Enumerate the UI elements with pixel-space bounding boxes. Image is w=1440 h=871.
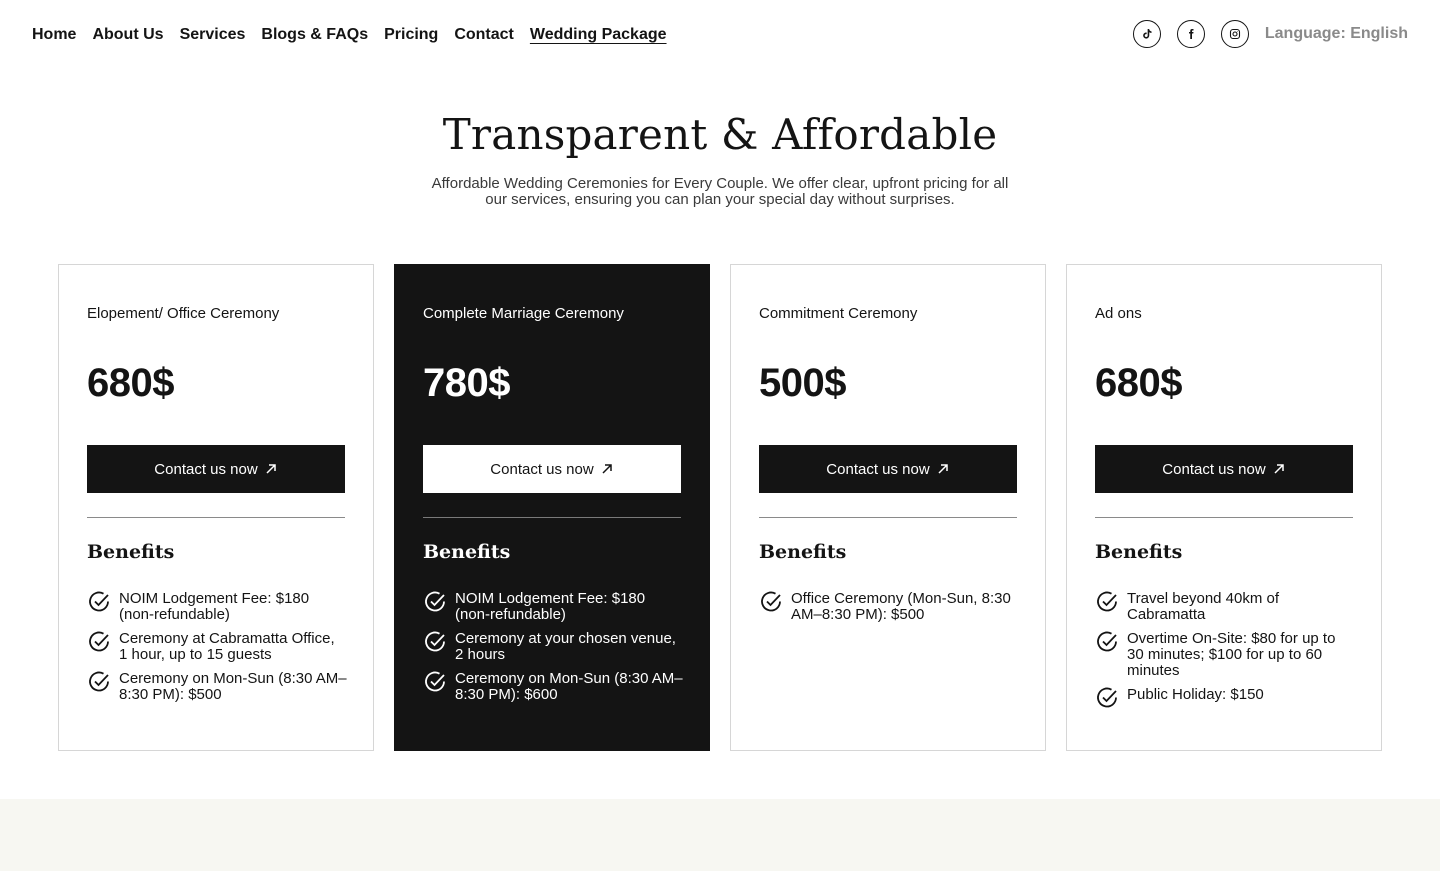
benefits-heading: Benefits — [759, 541, 847, 563]
contact-us-button[interactable]: Contact us now — [87, 445, 345, 493]
arrow-up-right-icon — [266, 464, 276, 474]
pricing-card-addons: Ad ons 680$ Contact us now Benefits Trav… — [1066, 264, 1382, 751]
list-item: Ceremony at your chosen venue, 2 hours — [423, 631, 683, 663]
check-circle-icon — [1097, 687, 1117, 708]
list-item: Overtime On-Site: $80 for up to 30 minut… — [1095, 631, 1355, 679]
benefits-heading: Benefits — [423, 541, 511, 563]
benefit-text: Ceremony at your chosen venue, 2 hours — [455, 630, 676, 663]
nav-link-about-us[interactable]: About Us — [92, 24, 163, 46]
pricing-card-complete-marriage: Complete Marriage Ceremony 780$ Contact … — [394, 264, 710, 751]
pricing-cards: Elopement/ Office Ceremony 680$ Contact … — [58, 264, 1382, 751]
contact-us-button[interactable]: Contact us now — [759, 445, 1017, 493]
nav-links: Home About Us Services Blogs & FAQs Pric… — [32, 24, 683, 46]
divider — [87, 517, 345, 518]
card-price: 680$ — [87, 361, 174, 405]
benefit-list: Travel beyond 40km of Cabramatta Overtim… — [1095, 591, 1355, 718]
benefits-heading: Benefits — [1095, 541, 1183, 563]
benefit-text: Ceremony on Mon-Sun (8:30 AM–8:30 PM): $… — [119, 670, 347, 703]
check-circle-icon — [1097, 631, 1117, 652]
list-item: Ceremony on Mon-Sun (8:30 AM–8:30 PM): $… — [87, 671, 347, 703]
divider — [1095, 517, 1353, 518]
check-circle-icon — [425, 631, 445, 652]
benefit-list: NOIM Lodgement Fee: $180 (non-refundable… — [87, 591, 347, 711]
nav-link-services[interactable]: Services — [180, 24, 246, 46]
facebook-button[interactable] — [1176, 20, 1205, 48]
list-item: Ceremony on Mon-Sun (8:30 AM–8:30 PM): $… — [423, 671, 683, 703]
contact-us-label: Contact us now — [1162, 460, 1266, 478]
nav-link-wedding-package[interactable]: Wedding Package — [530, 24, 667, 46]
tiktok-icon — [1143, 29, 1152, 39]
card-name: Complete Marriage Ceremony — [423, 305, 624, 322]
facebook-icon — [1188, 29, 1194, 39]
card-name: Commitment Ceremony — [759, 305, 918, 322]
benefit-text: Office Ceremony (Mon-Sun, 8:30 AM–8:30 P… — [791, 590, 1011, 623]
benefit-list: NOIM Lodgement Fee: $180 (non-refundable… — [423, 591, 683, 711]
instagram-button[interactable] — [1220, 20, 1249, 48]
arrow-up-right-icon — [1274, 464, 1284, 474]
benefit-text: Travel beyond 40km of Cabramatta — [1127, 590, 1280, 623]
benefit-list: Office Ceremony (Mon-Sun, 8:30 AM–8:30 P… — [759, 591, 1019, 631]
language-selector[interactable]: Language: English — [1265, 25, 1408, 43]
arrow-up-right-icon — [938, 464, 948, 474]
footer-section — [0, 799, 1440, 871]
card-price: 780$ — [423, 361, 510, 405]
check-circle-icon — [425, 671, 445, 692]
check-circle-icon — [1097, 591, 1117, 612]
card-name: Ad ons — [1095, 305, 1142, 322]
list-item: NOIM Lodgement Fee: $180 (non-refundable… — [423, 591, 683, 623]
contact-us-button[interactable]: Contact us now — [423, 445, 681, 493]
contact-us-label: Contact us now — [154, 460, 258, 478]
card-price: 500$ — [759, 361, 846, 405]
list-item: Public Holiday: $150 — [1095, 687, 1355, 710]
arrow-up-right-icon — [602, 464, 612, 474]
nav-link-blogs-faqs[interactable]: Blogs & FAQs — [261, 24, 368, 46]
check-circle-icon — [89, 631, 109, 652]
card-name: Elopement/ Office Ceremony — [87, 305, 280, 322]
check-circle-icon — [89, 591, 109, 612]
contact-us-label: Contact us now — [826, 460, 930, 478]
pricing-card-commitment: Commitment Ceremony 500$ Contact us now … — [730, 264, 1046, 751]
check-circle-icon — [89, 671, 109, 692]
check-circle-icon — [425, 591, 445, 612]
page-subtitle: Affordable Wedding Ceremonies for Every … — [431, 175, 1009, 208]
tiktok-button[interactable] — [1132, 20, 1161, 48]
benefit-text: Public Holiday: $150 — [1127, 686, 1264, 703]
divider — [423, 517, 681, 518]
pricing-card-elopement: Elopement/ Office Ceremony 680$ Contact … — [58, 264, 374, 751]
benefit-text: NOIM Lodgement Fee: $180 (non-refundable… — [455, 590, 646, 623]
contact-us-button[interactable]: Contact us now — [1095, 445, 1353, 493]
instagram-icon — [1229, 28, 1240, 40]
nav-link-contact[interactable]: Contact — [454, 24, 514, 46]
benefit-text: Ceremony on Mon-Sun (8:30 AM–8:30 PM): $… — [455, 670, 683, 703]
list-item: Office Ceremony (Mon-Sun, 8:30 AM–8:30 P… — [759, 591, 1019, 623]
nav-link-home[interactable]: Home — [32, 24, 76, 46]
list-item: Ceremony at Cabramatta Office, 1 hour, u… — [87, 631, 347, 663]
page-title: Transparent & Affordable — [442, 110, 998, 159]
nav-right: Language: English — [1132, 20, 1408, 48]
benefit-text: Ceremony at Cabramatta Office, 1 hour, u… — [119, 630, 335, 663]
card-price: 680$ — [1095, 361, 1182, 405]
benefit-text: NOIM Lodgement Fee: $180 (non-refundable… — [119, 590, 310, 623]
check-circle-icon — [761, 591, 781, 612]
list-item: NOIM Lodgement Fee: $180 (non-refundable… — [87, 591, 347, 623]
nav-link-pricing[interactable]: Pricing — [384, 24, 438, 46]
benefit-text: Overtime On-Site: $80 for up to 30 minut… — [1127, 630, 1336, 679]
divider — [759, 517, 1017, 518]
list-item: Travel beyond 40km of Cabramatta — [1095, 591, 1355, 623]
contact-us-label: Contact us now — [490, 460, 594, 478]
benefits-heading: Benefits — [87, 541, 175, 563]
top-nav: Home About Us Services Blogs & FAQs Pric… — [0, 0, 1440, 70]
